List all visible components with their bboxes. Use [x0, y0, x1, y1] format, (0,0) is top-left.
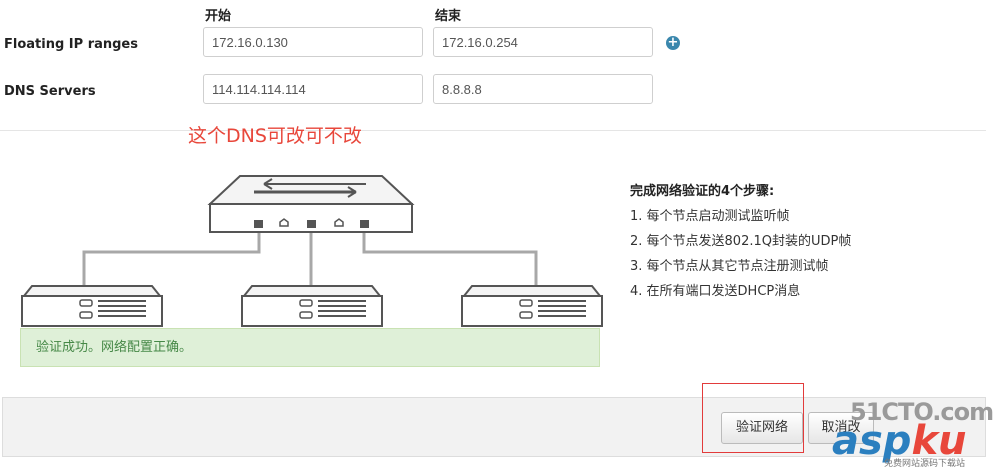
server-left-icon [21, 285, 163, 327]
floating-ip-start-input[interactable] [203, 27, 423, 57]
success-alert: 验证成功。网络配置正确。 [20, 328, 600, 367]
verify-step-2: 2. 每个节点发送802.1Q封装的UDP帧 [630, 234, 852, 249]
highlight-box [702, 383, 804, 453]
annotation-note: 这个DNS可改可不改 [188, 125, 362, 147]
dns-secondary-input[interactable] [433, 74, 653, 104]
switch-icon [207, 175, 415, 233]
column-header-end: 结束 [435, 9, 462, 24]
floating-ip-label: Floating IP ranges [4, 37, 138, 52]
verify-steps-title: 完成网络验证的4个步骤: [630, 184, 775, 199]
dns-primary-input[interactable] [203, 74, 423, 104]
section-divider [0, 130, 986, 131]
verify-step-1: 1. 每个节点启动测试监听帧 [630, 209, 790, 224]
verify-step-3: 3. 每个节点从其它节点注册测试帧 [630, 259, 829, 274]
plus-circle-icon[interactable]: + [666, 36, 680, 50]
watermark-tagline: 免费网站源码下载站 [884, 459, 966, 469]
server-center-icon [241, 285, 383, 327]
cable-right [362, 226, 538, 288]
verify-step-4: 4. 在所有端口发送DHCP消息 [630, 284, 801, 299]
column-header-start: 开始 [205, 9, 232, 24]
floating-ip-end-input[interactable] [433, 27, 653, 57]
server-right-icon [461, 285, 603, 327]
dns-servers-label: DNS Servers [4, 84, 96, 99]
network-topology-diagram [21, 175, 603, 327]
cable-left [82, 226, 261, 288]
